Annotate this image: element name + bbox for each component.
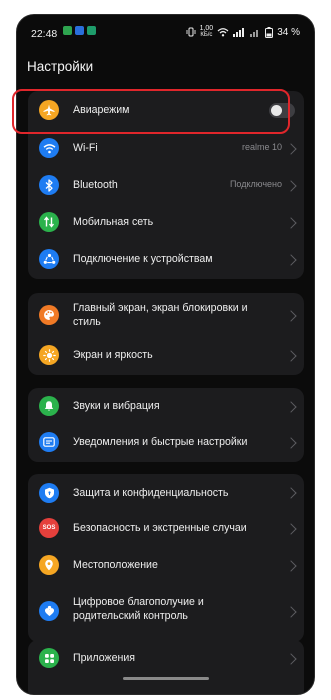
settings-item-location[interactable]: Местоположение — [28, 547, 304, 584]
settings-item-label: Wi-Fi — [73, 142, 98, 154]
bell-icon — [39, 396, 59, 416]
device-connection-icon — [39, 249, 59, 269]
wellbeing-icon — [39, 601, 59, 621]
settings-item-bluetooth[interactable]: Bluetooth Подключено — [28, 167, 304, 204]
battery-percent: 34 % — [277, 26, 300, 38]
chevron-right-icon — [285, 143, 297, 155]
notification-app-icons — [63, 26, 96, 35]
settings-item-label: Защита и конфиденциальность — [73, 487, 229, 499]
page-title: Настройки — [27, 59, 94, 74]
settings-item-mobile-network[interactable]: Мобильная сеть — [28, 204, 304, 241]
settings-item-wifi[interactable]: Wi-Fi realme 10 — [28, 130, 304, 167]
chevron-right-icon — [285, 180, 297, 192]
settings-item-digital-wellbeing[interactable]: Цифровое благополучие и родительский кон… — [28, 584, 304, 642]
wifi-status-icon — [217, 28, 229, 37]
wifi-icon — [39, 138, 59, 158]
apps-icon — [39, 648, 59, 668]
settings-item-value: realme 10 — [241, 142, 282, 152]
toggle-knob — [271, 105, 282, 116]
settings-item-label: Безопасность и экстренные случаи — [73, 522, 247, 534]
settings-item-label: Мобильная сеть — [73, 216, 154, 228]
chevron-right-icon — [285, 653, 297, 665]
chevron-right-icon — [285, 560, 297, 572]
settings-group-connectivity: Авиарежим Wi-Fi realme 10 Bluetooth Подк… — [28, 91, 304, 279]
palette-icon — [39, 305, 59, 325]
vibrate-icon — [186, 27, 196, 37]
status-bar: 22:48 1,00 КБ/с 34 % — [17, 15, 314, 51]
airplane-mode-toggle[interactable] — [269, 103, 295, 118]
network-speed-unit: КБ/с — [200, 32, 213, 38]
airplane-icon — [39, 100, 59, 120]
settings-group-display: Главный экран, экран блокировки и стиль … — [28, 293, 304, 375]
settings-item-apps[interactable]: Приложения — [28, 640, 304, 677]
app-notification-icon — [75, 26, 84, 35]
home-indicator[interactable] — [123, 677, 209, 680]
battery-icon — [265, 26, 274, 38]
phone-screen: 22:48 1,00 КБ/с 34 % Настройки Авиарежим… — [16, 14, 315, 695]
settings-group-sounds: Звуки и вибрация Уведомления и быстрые н… — [28, 388, 304, 462]
settings-item-sounds[interactable]: Звуки и вибрация — [28, 388, 304, 425]
settings-item-label: Уведомления и быстрые настройки — [73, 436, 248, 448]
signal-icon-secondary — [250, 30, 259, 37]
settings-item-label: Экран и яркость — [73, 349, 153, 361]
settings-item-label: Цифровое благополучие и родительский кон… — [73, 596, 204, 622]
settings-item-airplane-mode[interactable]: Авиарежим — [28, 91, 304, 130]
chevron-right-icon — [285, 310, 297, 322]
chevron-right-icon — [285, 350, 297, 362]
settings-item-emergency[interactable]: SOS Безопасность и экстренные случаи — [28, 511, 304, 547]
bluetooth-icon — [39, 175, 59, 195]
app-notification-icon — [87, 26, 96, 35]
status-right: 1,00 КБ/с 34 % — [186, 25, 300, 38]
settings-item-label: Приложения — [73, 652, 135, 664]
chevron-right-icon — [285, 487, 297, 499]
settings-item-value: Подключено — [229, 179, 282, 189]
settings-item-notifications[interactable]: Уведомления и быстрые настройки — [28, 425, 304, 462]
settings-item-display-brightness[interactable]: Экран и яркость — [28, 338, 304, 375]
status-time: 22:48 — [31, 28, 58, 40]
chevron-right-icon — [285, 523, 297, 535]
notifications-icon — [39, 432, 59, 452]
chevron-right-icon — [285, 437, 297, 449]
signal-icon — [233, 28, 245, 37]
location-icon — [39, 555, 59, 575]
settings-group-security: Защита и конфиденциальность SOS Безопасн… — [28, 474, 304, 642]
chevron-right-icon — [285, 401, 297, 413]
settings-item-privacy[interactable]: Защита и конфиденциальность — [28, 474, 304, 511]
brightness-icon — [39, 345, 59, 365]
sos-icon: SOS — [39, 518, 59, 538]
shield-icon — [39, 483, 59, 503]
settings-item-label: Главный экран, экран блокировки и стиль — [73, 302, 248, 328]
app-notification-icon — [63, 26, 72, 35]
chevron-right-icon — [285, 217, 297, 229]
mobile-network-icon — [39, 212, 59, 232]
chevron-right-icon — [285, 254, 297, 266]
chevron-right-icon — [285, 606, 297, 618]
settings-item-label: Звуки и вибрация — [73, 400, 160, 412]
settings-group-apps: Приложения — [28, 640, 304, 694]
settings-item-label: Местоположение — [73, 559, 158, 571]
settings-item-device-connection[interactable]: Подключение к устройствам — [28, 241, 304, 279]
settings-item-home-screen-style[interactable]: Главный экран, экран блокировки и стиль — [28, 293, 304, 338]
sos-icon-text: SOS — [42, 525, 56, 531]
settings-item-label: Bluetooth — [73, 179, 118, 191]
network-speed: 1,00 КБ/с — [200, 25, 214, 38]
settings-item-label: Подключение к устройствам — [73, 253, 213, 265]
settings-item-label: Авиарежим — [73, 104, 130, 116]
